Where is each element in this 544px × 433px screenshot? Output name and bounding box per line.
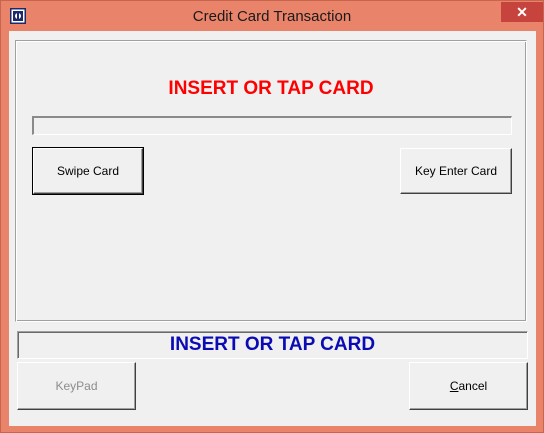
title-bar[interactable]: Credit Card Transaction ✕ <box>1 1 543 31</box>
keypad-button[interactable]: KeyPad <box>17 362 136 410</box>
status-message-bar: INSERT OR TAP CARD <box>17 331 528 359</box>
close-button[interactable]: ✕ <box>501 2 543 22</box>
window-title: Credit Card Transaction <box>192 8 352 25</box>
close-icon: ✕ <box>516 4 528 20</box>
cancel-label-rest: ancel <box>458 379 488 393</box>
cancel-label: Cancel <box>450 379 487 393</box>
credit-card-transaction-window: Credit Card Transaction ✕ INSERT OR TAP … <box>0 0 544 433</box>
footer-area: INSERT OR TAP CARD KeyPad Cancel <box>17 31 528 426</box>
cancel-button[interactable]: Cancel <box>409 362 528 410</box>
dialog-client-area: INSERT OR TAP CARD Swipe Card Key Enter … <box>9 31 536 426</box>
keypad-label: KeyPad <box>55 379 98 393</box>
